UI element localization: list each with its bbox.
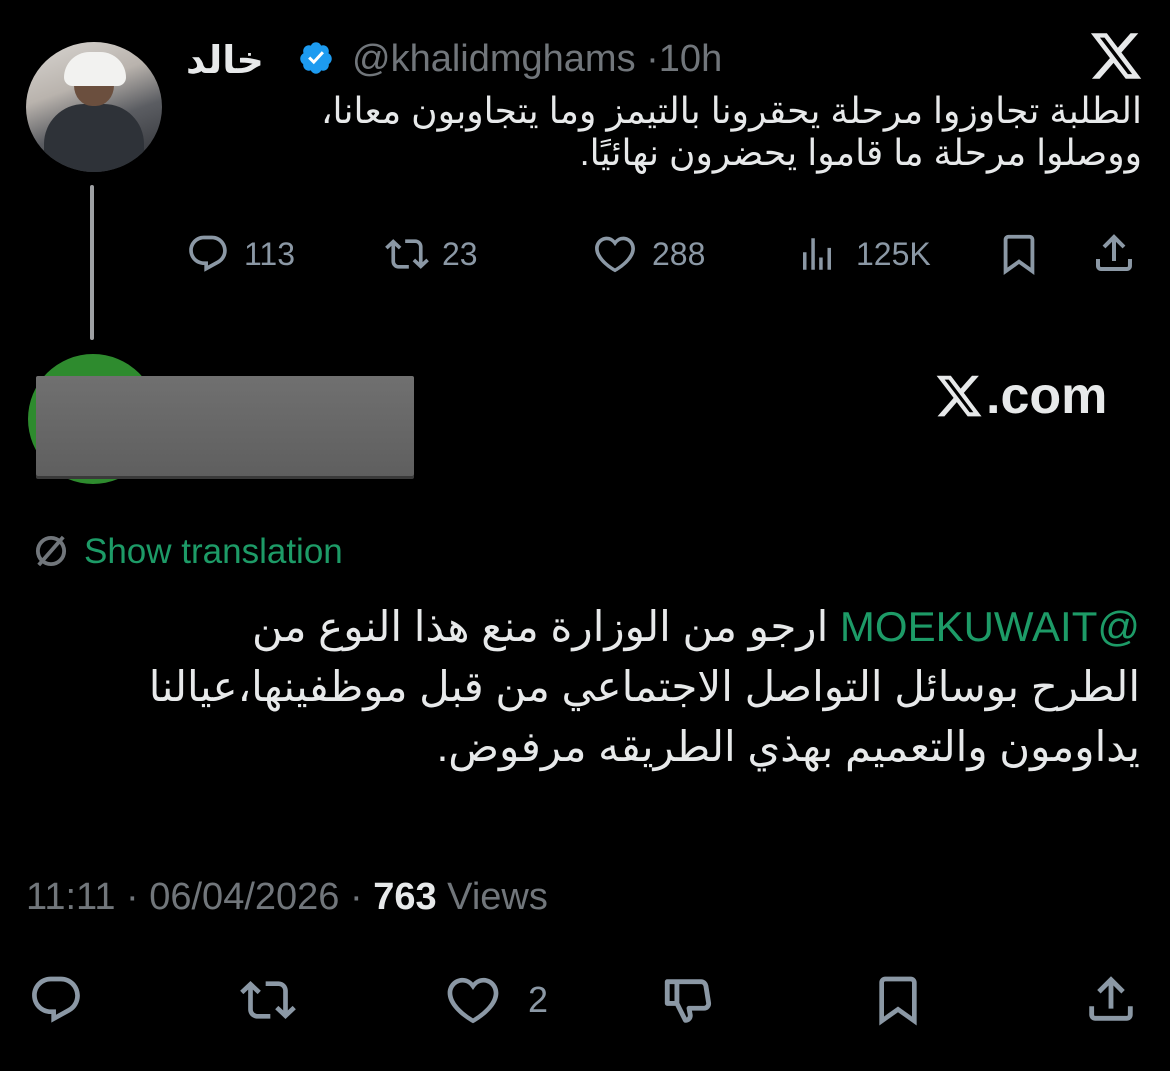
reply-icon bbox=[189, 235, 227, 272]
author-handle[interactable]: @khalidmghams bbox=[352, 38, 636, 80]
bookmark-button[interactable] bbox=[996, 230, 1042, 278]
dislike-icon bbox=[664, 979, 712, 1023]
reply-body: @MOEKUWAIT ارجو من الوزارة منع هذا النوع… bbox=[30, 597, 1140, 777]
tweet-time-ago[interactable]: 10h bbox=[659, 38, 722, 80]
translate-icon[interactable] bbox=[30, 530, 72, 572]
repost-button[interactable]: 23 bbox=[384, 232, 478, 276]
bookmark-button[interactable] bbox=[870, 970, 926, 1030]
like-count: 288 bbox=[652, 235, 706, 272]
views-icon bbox=[803, 238, 831, 270]
dislike-button[interactable] bbox=[660, 972, 718, 1030]
bookmark-icon bbox=[879, 976, 917, 1026]
author-avatar[interactable] bbox=[26, 42, 162, 172]
repost-button[interactable] bbox=[238, 972, 298, 1028]
verified-icon bbox=[300, 42, 332, 74]
reply-text-line: يداومون والتعميم بهذي الطريقه مرفوض. bbox=[436, 723, 1140, 770]
like-button[interactable]: 2 bbox=[444, 972, 548, 1028]
like-button[interactable]: 288 bbox=[592, 232, 705, 276]
thread-connector-line bbox=[90, 185, 94, 340]
reply-count: 113 bbox=[244, 235, 296, 272]
tweet-text-line: ووصلوا مرحلة ما قاموا يحضرون نهائيًا. bbox=[579, 132, 1142, 173]
x-com-label: .com bbox=[934, 366, 1107, 426]
tweet-date[interactable]: 06/04/2026 bbox=[149, 876, 339, 918]
x-logo-icon[interactable] bbox=[1088, 28, 1144, 84]
reply-button[interactable]: 113 bbox=[186, 232, 295, 276]
dot-separator: · bbox=[349, 876, 363, 918]
bookmark-icon bbox=[1003, 234, 1035, 275]
views-label: Views bbox=[447, 876, 548, 918]
x-logo-icon bbox=[936, 375, 982, 417]
author-handle-and-time[interactable]: @khalidmghams ·10h bbox=[352, 38, 722, 81]
tweet-text-line: الطلبة تجاوزوا مرحلة يحقرونا بالتيمز وما… bbox=[320, 90, 1142, 131]
tweet-body: الطلبة تجاوزوا مرحلة يحقرونا بالتيمز وما… bbox=[182, 90, 1142, 174]
share-icon bbox=[1096, 234, 1132, 271]
tweet-meta: 11:11 · 06/04/2026 · 763 Views bbox=[26, 876, 548, 919]
share-button[interactable] bbox=[1090, 228, 1138, 278]
reply-text-line: الطرح بوسائل التواصل الاجتماعي من قبل مو… bbox=[148, 663, 1140, 710]
like-icon bbox=[447, 977, 499, 1024]
redacted-name-block bbox=[36, 376, 414, 476]
mention-link[interactable]: @MOEKUWAIT bbox=[840, 603, 1140, 650]
repost-icon bbox=[385, 239, 429, 269]
x-com-text: .com bbox=[986, 367, 1108, 425]
like-icon bbox=[595, 236, 635, 273]
like-count: 2 bbox=[528, 979, 549, 1020]
dot-separator: · bbox=[126, 876, 139, 918]
author-display-name[interactable]: خالد bbox=[186, 38, 264, 83]
repost-icon bbox=[240, 981, 296, 1019]
share-button[interactable] bbox=[1082, 968, 1140, 1030]
show-translation-link[interactable]: Show translation bbox=[84, 532, 343, 572]
reply-icon bbox=[32, 976, 80, 1023]
reply-text-fragment: ارجو من الوزارة منع هذا النوع من bbox=[252, 603, 840, 650]
dot-separator: · bbox=[646, 38, 659, 80]
views-count: 125K bbox=[856, 235, 931, 272]
views-button[interactable]: 125K bbox=[796, 232, 931, 276]
reply-button[interactable] bbox=[28, 972, 84, 1028]
reply-text-line: @MOEKUWAIT ارجو من الوزارة منع هذا النوع… bbox=[30, 597, 1140, 657]
tweet-time[interactable]: 11:11 bbox=[26, 876, 115, 918]
repost-count: 23 bbox=[442, 235, 478, 272]
views-number: 763 bbox=[373, 876, 437, 918]
share-icon bbox=[1089, 976, 1133, 1021]
